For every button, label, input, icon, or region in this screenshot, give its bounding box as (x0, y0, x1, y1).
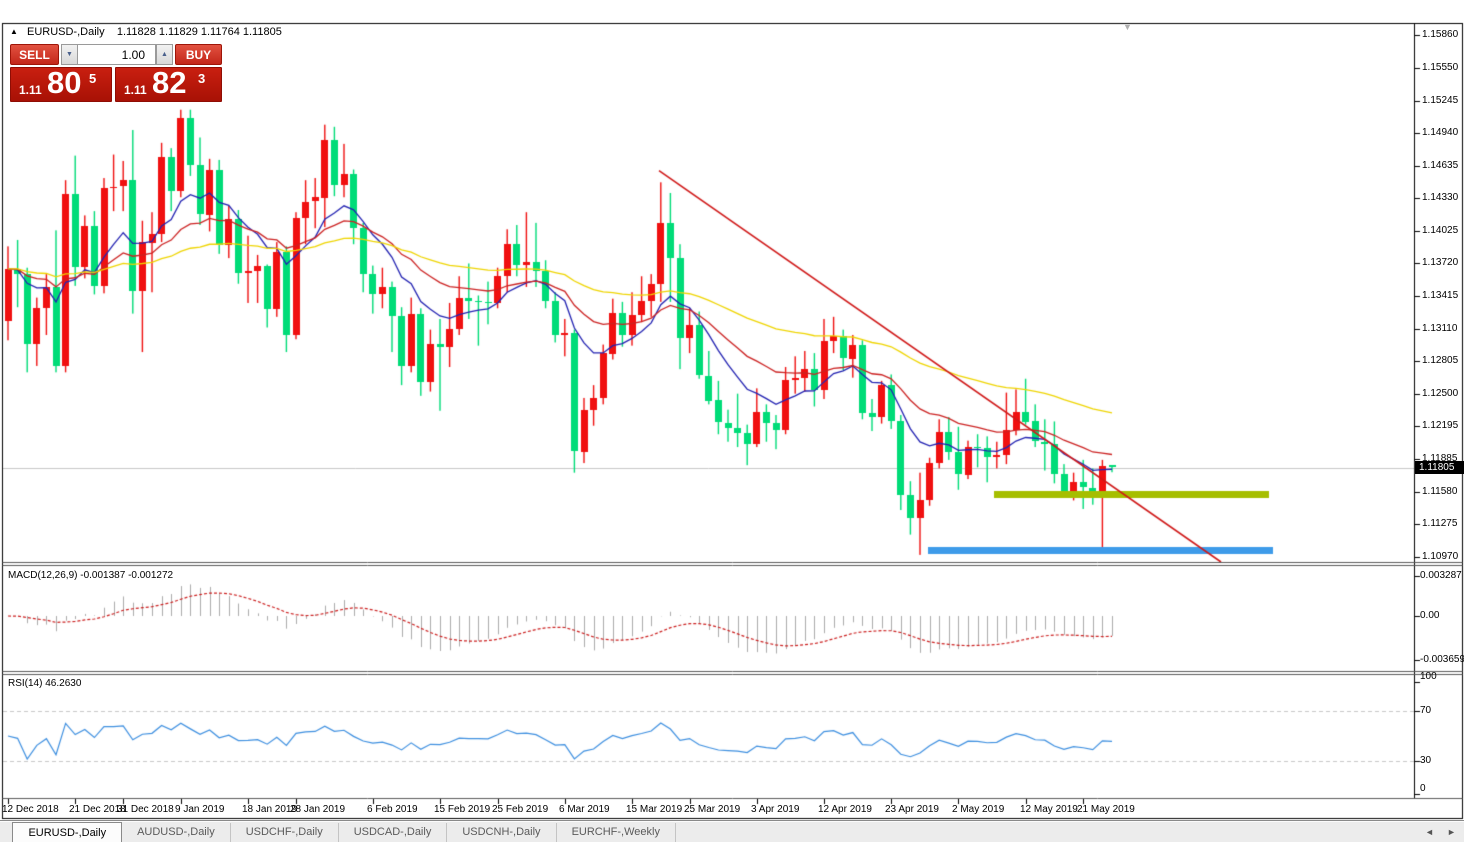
tab-usdchf-daily[interactable]: USDCHF-,Daily (231, 823, 339, 842)
date-tick-label: 12 Dec 2018 (2, 804, 59, 815)
volume-decrease-icon[interactable]: ▼ (61, 44, 78, 65)
trading-terminal: H4D1W1MN ▲ EURUSD-,Daily 1.11828 1.11829… (0, 0, 1464, 842)
price-tick-label: 1.14330 (1422, 193, 1458, 203)
price-tick-label: 1.11580 (1422, 487, 1457, 497)
chart-symbol-label: EURUSD-,Daily (27, 26, 105, 38)
date-tick-label: 15 Mar 2019 (626, 804, 682, 815)
price-tick-label: 1.15245 (1422, 96, 1458, 106)
collapse-triangle-icon[interactable]: ▲ (10, 27, 18, 36)
macd-scale-label: 0.00 (1420, 611, 1439, 621)
tab-eurusd-daily[interactable]: EURUSD-,Daily (12, 822, 122, 842)
date-tick-label: 12 Apr 2019 (818, 804, 872, 815)
chart-title: ▲ EURUSD-,Daily 1.11828 1.11829 1.11764 … (10, 26, 282, 38)
ask-price-panel[interactable]: 1.11 82 3 (115, 67, 222, 102)
ask-price-prefix: 1.11 (124, 83, 147, 97)
chart-canvas[interactable] (0, 0, 1464, 842)
rsi-scale-label: 70 (1420, 706, 1431, 716)
date-tick-label: 23 Apr 2019 (885, 804, 939, 815)
date-tick-label: 9 Jan 2019 (175, 804, 225, 815)
volume-increase-icon[interactable]: ▲ (156, 44, 173, 65)
rsi-scale-label: 100 (1420, 672, 1437, 682)
bid-price-pip: 5 (89, 71, 96, 86)
date-tick-label: 25 Feb 2019 (492, 804, 548, 815)
date-tick-label: 2 May 2019 (952, 804, 1004, 815)
date-tick-label: 12 May 2019 (1020, 804, 1078, 815)
price-tick-label: 1.10970 (1422, 552, 1458, 562)
date-tick-label: 28 Jan 2019 (290, 804, 345, 815)
volume-input[interactable] (77, 44, 156, 65)
sell-button[interactable]: SELL (10, 44, 59, 65)
bid-price-panel[interactable]: 1.11 80 5 (10, 67, 112, 102)
tab-scroll-right-icon[interactable]: ► (1447, 827, 1456, 837)
price-tick-label: 1.15550 (1422, 63, 1458, 73)
bid-price-big: 80 (47, 65, 81, 101)
macd-scale-label: 0.003287 (1420, 571, 1462, 581)
buy-button[interactable]: BUY (175, 44, 222, 65)
one-click-trading-widget: SELL ▼ ▲ BUY 1.11 80 5 1.11 82 3 (10, 44, 222, 103)
price-tick-label: 1.14025 (1422, 226, 1458, 236)
price-tick-label: 1.13415 (1422, 291, 1458, 301)
chart-shift-icon[interactable]: ▼ (1123, 22, 1132, 32)
rsi-scale-label: 30 (1420, 756, 1431, 766)
symbol-tab-bar: EURUSD-,DailyAUDUSD-,DailyUSDCHF-,DailyU… (0, 820, 1464, 842)
date-tick-label: 6 Mar 2019 (559, 804, 610, 815)
tab-audusd-daily[interactable]: AUDUSD-,Daily (122, 823, 231, 842)
price-tick-label: 1.11885 (1422, 454, 1457, 464)
date-tick-label: 15 Feb 2019 (434, 804, 490, 815)
tab-scroll-left-icon[interactable]: ◄ (1425, 827, 1434, 837)
macd-scale-label: -0.003659 (1420, 655, 1464, 665)
date-tick-label: 31 Dec 2018 (117, 804, 174, 815)
price-tick-label: 1.13720 (1422, 258, 1458, 268)
price-tick-label: 1.14635 (1422, 161, 1458, 171)
tab-eurchf-weekly[interactable]: EURCHF-,Weekly (557, 823, 676, 842)
rsi-scale-label: 0 (1420, 784, 1426, 794)
date-tick-label: 18 Jan 2019 (242, 804, 297, 815)
price-tick-label: 1.11275 (1422, 519, 1457, 529)
date-tick-label: 3 Apr 2019 (751, 804, 799, 815)
price-tick-label: 1.14940 (1422, 128, 1458, 138)
rsi-label: RSI(14) 46.2630 (8, 678, 81, 689)
ask-price-pip: 3 (198, 71, 205, 86)
date-tick-label: 21 May 2019 (1077, 804, 1135, 815)
macd-label: MACD(12,26,9) -0.001387 -0.001272 (8, 570, 173, 581)
price-tick-label: 1.13110 (1422, 324, 1457, 334)
chart-ohlc-values: 1.11828 1.11829 1.11764 1.11805 (117, 26, 282, 38)
bid-price-prefix: 1.11 (19, 83, 42, 97)
price-tick-label: 1.12500 (1422, 389, 1458, 399)
ask-price-big: 82 (152, 65, 186, 101)
price-tick-label: 1.12195 (1422, 421, 1458, 431)
date-tick-label: 6 Feb 2019 (367, 804, 418, 815)
price-tick-label: 1.12805 (1422, 356, 1458, 366)
price-tick-label: 1.15860 (1422, 30, 1458, 40)
tab-usdcnh-daily[interactable]: USDCNH-,Daily (447, 823, 556, 842)
date-tick-label: 25 Mar 2019 (684, 804, 740, 815)
tab-usdcad-daily[interactable]: USDCAD-,Daily (339, 823, 448, 842)
